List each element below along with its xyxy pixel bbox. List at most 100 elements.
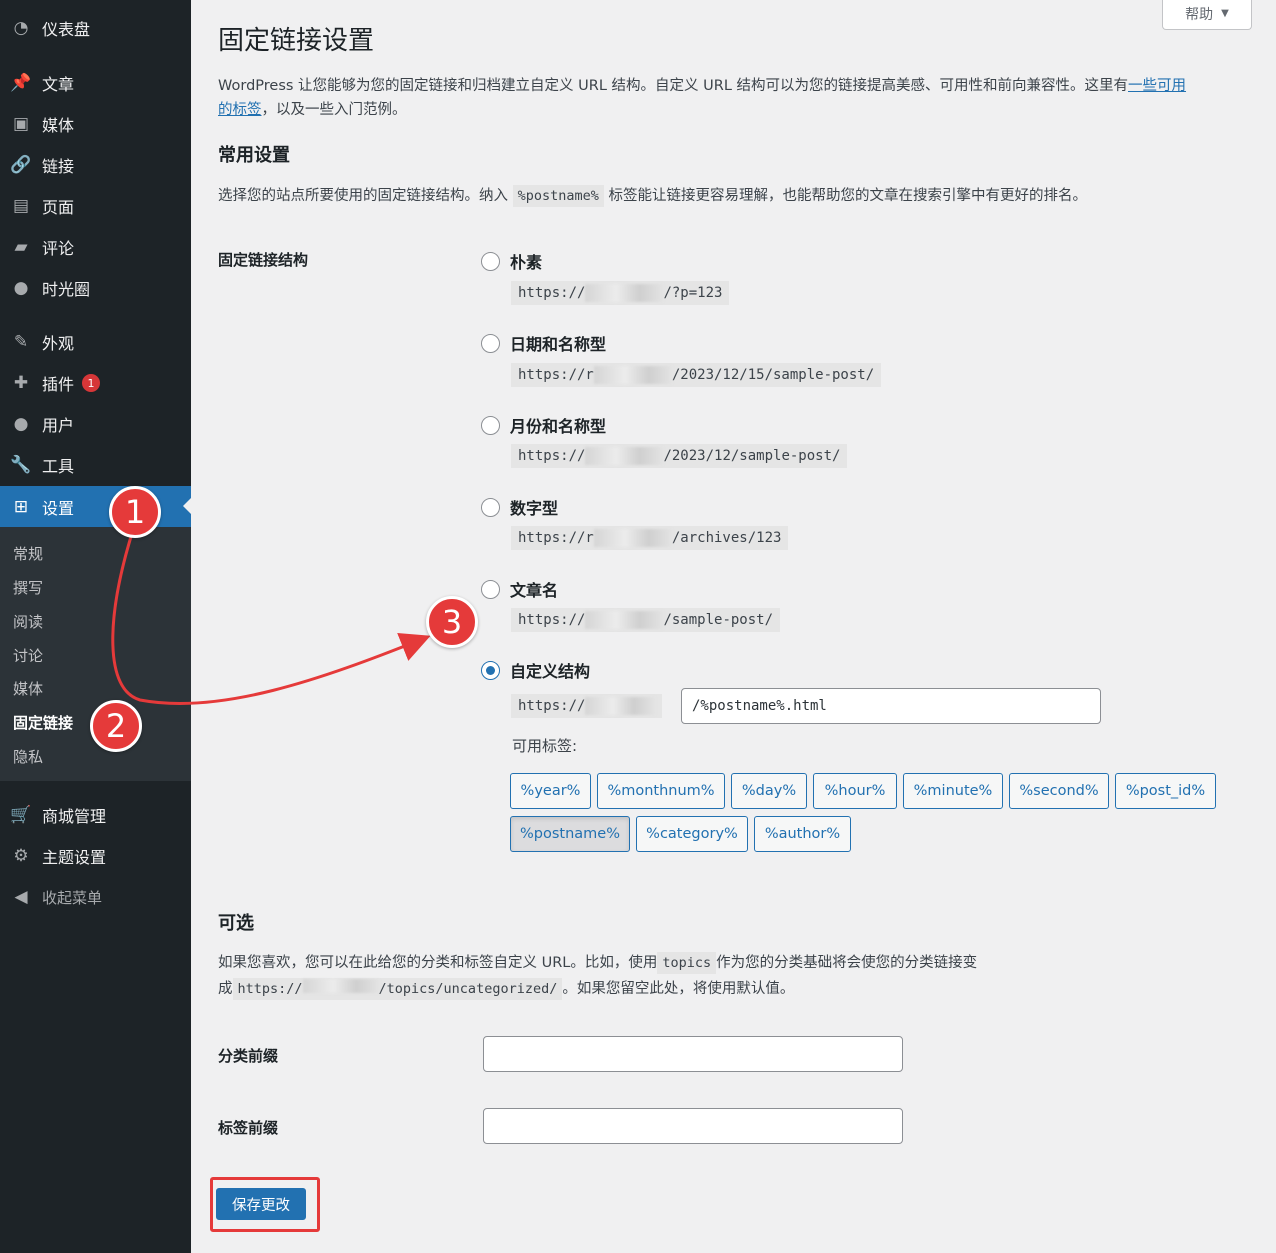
available-tags-link-cont[interactable]: 的标签 — [218, 102, 262, 118]
menu-links[interactable]: 🔗 链接 — [0, 145, 191, 185]
tag-button-day[interactable]: %day% — [731, 773, 807, 809]
menu-label: 工具 — [42, 457, 75, 476]
brush-icon: ✎ — [13, 332, 29, 352]
menu-label: 仪表盘 — [42, 20, 91, 39]
example-post-name: https:///sample-post/ — [511, 608, 781, 632]
blurred-domain — [302, 979, 379, 993]
tag-button-category[interactable]: %category% — [636, 816, 748, 852]
option-day-name[interactable]: 日期和名称型 — [481, 331, 606, 355]
menu-tools[interactable]: 🔧 工具 — [0, 445, 191, 485]
menu-comments[interactable]: ▰ 评论 — [0, 227, 191, 267]
example-month-name: https:///2023/12/sample-post/ — [511, 444, 848, 468]
plugin-icon: ✚ — [13, 373, 29, 393]
menu-plugins[interactable]: ✚ 插件 1 — [0, 363, 191, 403]
common-settings-desc: 选择您的站点所要使用的固定链接结构。纳入 %postname% 标签能让链接更容… — [218, 183, 1087, 209]
annotation-marker-3: 3 — [426, 596, 478, 648]
tag-button-year[interactable]: %year% — [510, 773, 591, 809]
menu-posts[interactable]: 📌 文章 — [0, 63, 191, 103]
blurred-domain — [585, 284, 664, 302]
menu-label: 插件 — [42, 375, 75, 394]
available-tags-label: 可用标签: — [512, 737, 578, 755]
option-post-name[interactable]: 文章名 — [481, 577, 558, 601]
menu-label: 外观 — [42, 334, 75, 353]
menu-label: 文章 — [42, 75, 75, 94]
blurred-domain — [593, 529, 672, 547]
example-plain: https:///?p=123 — [511, 281, 730, 305]
radio-day-name[interactable] — [481, 333, 500, 353]
menu-label: 评论 — [42, 239, 75, 258]
menu-shop[interactable]: 🛒 商城管理 — [0, 795, 191, 835]
annotation-marker-1: 1 — [109, 486, 161, 538]
menu-dashboard[interactable]: ◔ 仪表盘 — [0, 8, 191, 48]
menu-label: 收起菜单 — [42, 888, 103, 907]
submenu-media[interactable]: 媒体 — [13, 678, 43, 699]
cart-icon: 🛒 — [10, 805, 32, 825]
tag-button-author[interactable]: %author% — [754, 816, 851, 852]
radio-numeric[interactable] — [481, 497, 500, 517]
collapse-icon: ◀ — [14, 887, 28, 907]
available-tags-link[interactable]: 一些可用 — [1128, 78, 1186, 94]
submenu-permalinks[interactable]: 固定链接 — [13, 712, 73, 733]
menu-label: 设置 — [42, 498, 75, 518]
category-base-label: 分类前缀 — [218, 1047, 279, 1065]
menu-appearance[interactable]: ✎ 外观 — [0, 322, 191, 362]
dashboard-icon: ◔ — [13, 18, 29, 38]
tag-base-label: 标签前缀 — [218, 1119, 279, 1137]
submenu-writing[interactable]: 撰写 — [13, 577, 43, 598]
tag-button-hour[interactable]: %hour% — [813, 773, 897, 809]
common-settings-title: 常用设置 — [218, 145, 290, 166]
tag-button-postname[interactable]: %postname% — [510, 816, 630, 852]
page-icon: ▤ — [12, 196, 30, 216]
submenu-reading[interactable]: 阅读 — [13, 611, 43, 632]
admin-sidebar: ◔ 仪表盘 📌 文章 ▣ 媒体 🔗 链接 ▤ 页面 ▰ 评论 ● 时光圈 ✎ 外观 ✚ 插件 1 ●… — [0, 0, 191, 1253]
pin-icon: 📌 — [10, 73, 32, 93]
help-label: 帮助 — [1185, 6, 1214, 23]
menu-label: 时光圈 — [42, 280, 91, 299]
option-plain[interactable]: 朴素 — [481, 249, 542, 273]
tag-button-minute[interactable]: %minute% — [903, 773, 1003, 809]
menu-moments[interactable]: ● 时光圈 — [0, 268, 191, 308]
permalink-structure-label: 固定链接结构 — [218, 251, 309, 269]
category-base-input[interactable] — [483, 1036, 903, 1072]
menu-pages[interactable]: ▤ 页面 — [0, 186, 191, 226]
tag-button-monthnum[interactable]: %monthnum% — [597, 773, 725, 809]
menu-label: 用户 — [42, 416, 75, 435]
caret-down-icon: ▼ — [1221, 8, 1229, 19]
menu-label: 媒体 — [42, 116, 75, 135]
blurred-domain — [593, 366, 672, 384]
menu-label: 主题设置 — [42, 848, 107, 867]
option-numeric[interactable]: 数字型 — [481, 495, 558, 519]
wrench-icon: 🔧 — [10, 455, 32, 475]
radio-month-name[interactable] — [481, 415, 500, 435]
gear-icon: ⚙ — [13, 846, 29, 866]
submenu-general[interactable]: 常规 — [13, 543, 43, 564]
option-month-name[interactable]: 月份和名称型 — [481, 413, 606, 437]
link-icon: 🔗 — [10, 155, 32, 175]
menu-theme-settings[interactable]: ⚙ 主题设置 — [0, 836, 191, 876]
save-changes-button[interactable]: 保存更改 — [216, 1188, 306, 1220]
help-tab-button[interactable]: 帮助 ▼ — [1162, 0, 1252, 30]
blurred-domain — [585, 611, 664, 629]
menu-collapse[interactable]: ◀ 收起菜单 — [0, 877, 191, 917]
menu-label: 链接 — [42, 157, 75, 176]
menu-users[interactable]: ● 用户 — [0, 404, 191, 444]
custom-structure-input[interactable]: /%postname%.html — [681, 688, 1101, 724]
example-custom-base: https:// — [511, 694, 663, 718]
settings-icon: ⊞ — [13, 496, 29, 517]
tag-button-second[interactable]: %second% — [1009, 773, 1109, 809]
tag-base-input[interactable] — [483, 1108, 903, 1144]
radio-plain[interactable] — [481, 251, 500, 271]
radio-custom[interactable] — [481, 660, 500, 680]
menu-media[interactable]: ▣ 媒体 — [0, 104, 191, 144]
submenu-discussion[interactable]: 讨论 — [13, 645, 43, 666]
menu-label: 商城管理 — [42, 807, 107, 826]
tag-button-post-id[interactable]: %post_id% — [1115, 773, 1216, 809]
update-count-badge: 1 — [82, 374, 101, 392]
page-title: 固定链接设置 — [218, 26, 375, 56]
option-custom[interactable]: 自定义结构 — [481, 658, 590, 682]
radio-post-name[interactable] — [481, 579, 500, 599]
optional-desc: 如果您喜欢，您可以在此给您的分类和标签自定义 URL。比如，使用 topics 作为… — [218, 950, 1218, 1002]
example-numeric: https://r/archives/123 — [511, 526, 789, 550]
menu-settings[interactable]: ⊞ 设置 — [0, 486, 191, 527]
submenu-privacy[interactable]: 隐私 — [13, 746, 43, 767]
